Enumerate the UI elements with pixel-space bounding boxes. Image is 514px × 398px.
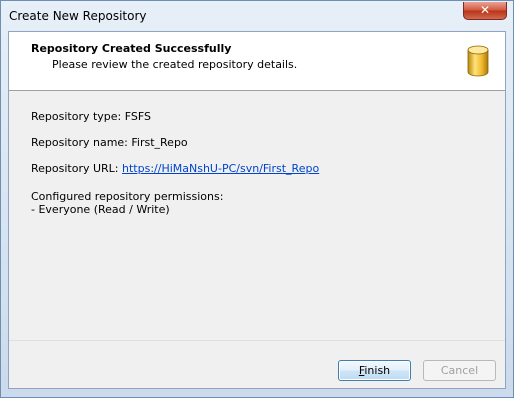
- close-button[interactable]: ✕: [463, 2, 507, 20]
- footer-divider: [9, 340, 505, 341]
- finish-label: inish: [364, 364, 391, 377]
- title-bar[interactable]: Create New Repository ✕: [1, 1, 513, 31]
- database-icon: [467, 45, 489, 77]
- header-title: Repository Created Successfully: [31, 42, 232, 55]
- finish-button[interactable]: Finish: [338, 360, 411, 381]
- close-icon: ✕: [479, 3, 491, 17]
- repository-url-link[interactable]: https://HiMaNshU-PC/svn/First_Repo: [122, 162, 319, 175]
- dialog-body: Repository Created Successfully Please r…: [8, 31, 506, 389]
- wizard-header: Repository Created Successfully Please r…: [9, 32, 505, 91]
- dialog-window: Create New Repository ✕ Repository Creat…: [0, 0, 514, 398]
- repository-url-label: Repository URL:: [31, 162, 123, 175]
- repository-name: Repository name: First_Repo: [31, 136, 188, 149]
- permissions-heading: Configured repository permissions:: [31, 190, 224, 203]
- header-subtitle: Please review the created repository det…: [52, 58, 298, 71]
- cancel-button[interactable]: Cancel: [423, 360, 496, 381]
- repository-type: Repository type: FSFS: [31, 110, 151, 123]
- repository-url-row: Repository URL: https://HiMaNshU-PC/svn/…: [31, 162, 319, 175]
- window-title: Create New Repository: [9, 9, 147, 23]
- permissions-entry: - Everyone (Read / Write): [31, 203, 170, 216]
